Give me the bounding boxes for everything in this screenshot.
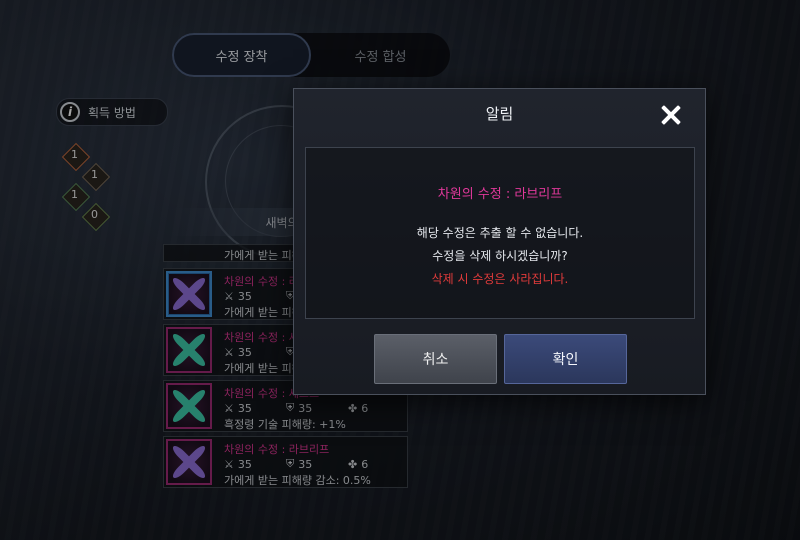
cancel-button[interactable]: 취소 [374,334,497,384]
confirm-button[interactable]: 확인 [504,334,627,384]
dialog-message-box: 차원의 수정 : 라브리프 해당 수정은 추출 할 수 없습니다. 수정을 삭제… [305,147,695,319]
notice-dialog: 알림 차원의 수정 : 라브리프 해당 수정은 추출 할 수 없습니다. 수정을… [293,88,706,395]
dialog-message-line: 수정을 삭제 하시겠습니까? [432,249,568,263]
dialog-message-line: 해당 수정은 추출 할 수 없습니다. [416,226,584,240]
dialog-warning: 삭제 시 수정은 사라집니다. [431,272,569,286]
dialog-title: 알림 [485,105,514,123]
close-icon[interactable] [659,103,683,127]
crystal-name-highlight: 차원의 수정 : 라브리프 [437,187,563,202]
